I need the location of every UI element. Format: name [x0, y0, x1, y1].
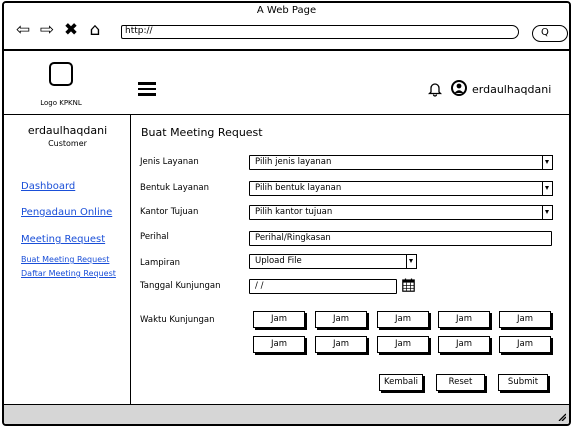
header-username[interactable]: erdaulhaqdani	[472, 83, 551, 96]
time-slot-button[interactable]: Jam	[499, 311, 551, 328]
chevron-down-icon[interactable]	[541, 204, 553, 220]
submit-button[interactable]: Submit	[498, 374, 548, 391]
search-button[interactable]: Q	[532, 25, 568, 42]
page-title: Buat Meeting Request	[141, 126, 263, 139]
back-icon[interactable]: ⇦	[14, 20, 32, 40]
user-avatar-icon[interactable]	[451, 80, 467, 96]
browser-chrome: A Web Page ⇦ ⇨ ✖ ⌂ http:// Q	[4, 3, 569, 51]
logo-label: Logo KPKNL	[40, 99, 82, 107]
time-slot-button[interactable]: Jam	[438, 336, 490, 353]
chevron-down-icon[interactable]	[541, 154, 553, 170]
tanggal-value: / /	[255, 281, 264, 291]
chevron-down-icon[interactable]	[405, 253, 417, 269]
reset-button[interactable]: Reset	[436, 374, 485, 391]
home-icon[interactable]: ⌂	[86, 20, 104, 40]
search-icon: Q	[541, 27, 549, 38]
time-slot-button[interactable]: Jam	[499, 336, 551, 353]
resize-grip-icon[interactable]	[556, 411, 566, 421]
browser-window: A Web Page ⇦ ⇨ ✖ ⌂ http:// Q Logo KPKNL …	[2, 1, 571, 426]
lampiran-select[interactable]: Upload File	[249, 253, 417, 269]
bentuk-layanan-label: Bentuk Layanan	[140, 183, 209, 193]
sidebar: erdaulhaqdani Customer Dashboard Pengada…	[4, 115, 131, 407]
window-title: A Web Page	[256, 5, 317, 16]
hamburger-menu-icon[interactable]	[138, 82, 156, 96]
kantor-tujuan-label: Kantor Tujuan	[140, 207, 199, 217]
perihal-value: Perihal/Ringkasan	[255, 233, 331, 243]
sidebar-role: Customer	[48, 139, 87, 148]
bell-icon[interactable]	[428, 81, 442, 97]
kantor-tujuan-value: Pilih kantor tujuan	[255, 207, 333, 217]
time-slot-button[interactable]: Jam	[377, 311, 429, 328]
tanggal-kunjungan-input[interactable]: / /	[249, 279, 397, 294]
url-input[interactable]: http://	[121, 25, 519, 39]
jenis-layanan-value: Pilih jenis layanan	[255, 157, 332, 167]
lampiran-value: Upload File	[255, 256, 302, 266]
lampiran-label: Lampiran	[140, 258, 181, 268]
sidebar-item-meeting-request[interactable]: Meeting Request	[21, 234, 105, 245]
sidebar-username: erdaulhaqdani	[27, 124, 108, 137]
kembali-button[interactable]: Kembali	[379, 374, 423, 391]
waktu-kunjungan-label: Waktu Kunjungan	[140, 315, 215, 325]
browser-nav: ⇦ ⇨ ✖ ⌂	[14, 20, 104, 40]
sidebar-subitem-buat-meeting[interactable]: Buat Meeting Request	[21, 255, 109, 264]
jenis-layanan-select[interactable]: Pilih jenis layanan	[249, 154, 553, 170]
bentuk-layanan-select[interactable]: Pilih bentuk layanan	[249, 180, 553, 196]
perihal-label: Perihal	[140, 232, 169, 242]
tanggal-kunjungan-label: Tanggal Kunjungan	[140, 281, 221, 291]
time-slot-button[interactable]: Jam	[253, 311, 305, 328]
main-content: Buat Meeting Request Jenis Layanan Pilih…	[132, 115, 569, 407]
time-slot-button[interactable]: Jam	[315, 336, 367, 353]
time-slot-button[interactable]: Jam	[253, 336, 305, 353]
chevron-down-icon[interactable]	[541, 180, 553, 196]
forward-icon[interactable]: ⇨	[38, 20, 56, 40]
app-header: Logo KPKNL erdaulhaqdani	[4, 53, 569, 115]
sidebar-item-dashboard[interactable]: Dashboard	[21, 181, 75, 192]
kantor-tujuan-select[interactable]: Pilih kantor tujuan	[249, 204, 553, 220]
sidebar-subitem-daftar-meeting[interactable]: Daftar Meeting Request	[21, 269, 116, 278]
jenis-layanan-label: Jenis Layanan	[140, 157, 199, 167]
close-icon[interactable]: ✖	[62, 20, 80, 40]
time-slot-button[interactable]: Jam	[315, 311, 367, 328]
time-slot-button[interactable]: Jam	[438, 311, 490, 328]
logo-icon	[49, 62, 73, 86]
time-slot-button[interactable]: Jam	[377, 336, 429, 353]
perihal-input[interactable]: Perihal/Ringkasan	[249, 231, 552, 246]
sidebar-item-pengaduan-online[interactable]: Pengadaun Online	[21, 207, 112, 218]
calendar-icon[interactable]	[402, 278, 415, 292]
bentuk-layanan-value: Pilih bentuk layanan	[255, 183, 342, 193]
status-bar	[4, 404, 569, 424]
